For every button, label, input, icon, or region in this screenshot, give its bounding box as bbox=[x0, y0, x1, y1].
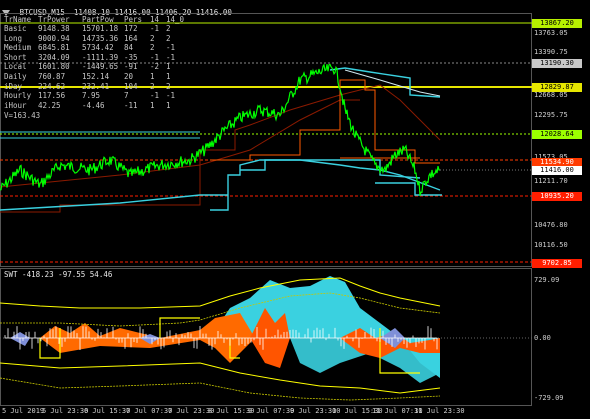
table-cell: 164 bbox=[124, 33, 138, 43]
upper-envelope bbox=[0, 277, 441, 309]
price-tag: 12028.64 bbox=[532, 130, 582, 139]
table-cell: 7.95 bbox=[82, 91, 101, 101]
time-axis-label: 7 Jul 07:30 bbox=[126, 407, 173, 415]
table-cell: Local bbox=[4, 62, 27, 72]
table-cell: 1 bbox=[150, 100, 155, 110]
table-header-cell: 14_0 bbox=[166, 15, 185, 24]
price-axis-label: 13763.05 bbox=[534, 29, 568, 37]
price-tag: 11416.00 bbox=[532, 166, 582, 175]
table-cell: -35 bbox=[124, 52, 138, 62]
price-axis-label: 11211.70 bbox=[534, 177, 568, 185]
time-axis-label: 9 Jul 07:30 bbox=[248, 407, 295, 415]
teal-channel bbox=[0, 131, 200, 139]
table-cell: Short bbox=[4, 52, 27, 62]
table-cell: 15701.18 bbox=[82, 24, 119, 33]
time-axis-label: 9 Jul 23:30 bbox=[290, 407, 337, 415]
price-axis-label: 12295.75 bbox=[534, 111, 568, 119]
table-header-cell: 14 bbox=[150, 15, 160, 24]
table-cell: iDay bbox=[4, 81, 23, 91]
table-cell: -1111.39 bbox=[82, 52, 119, 62]
table-cell: -2 bbox=[150, 62, 160, 72]
price-tag: 12829.87 bbox=[532, 83, 582, 92]
indicator-axis-label: -729.09 bbox=[534, 394, 564, 402]
lower-envelope bbox=[0, 362, 441, 394]
stats-table: TrName TrPower PartPow Pers 14 14_0 Basic 9148… bbox=[4, 15, 194, 120]
time-axis-label: 6 Jul 15:30 bbox=[84, 407, 131, 415]
table-cell: 3204.09 bbox=[38, 52, 70, 62]
price-axis-label: 10476.80 bbox=[534, 221, 568, 229]
table-header-cell: PartPow bbox=[82, 15, 114, 24]
table-cell: 2 bbox=[150, 81, 155, 91]
indicator-axis-label: 729.09 bbox=[534, 276, 560, 284]
table-cell: 2 bbox=[166, 33, 171, 43]
time-axis-label: 5 Jul 2019 bbox=[2, 407, 45, 415]
table-cell: 2 bbox=[166, 81, 171, 91]
table-cell: 232.41 bbox=[82, 81, 110, 91]
table-cell: 1 bbox=[166, 72, 171, 81]
table-cell: 104 bbox=[124, 81, 138, 91]
table-cell: Daily bbox=[4, 72, 27, 81]
table-cell: 5734.42 bbox=[82, 43, 114, 53]
price-tag: 10935.20 bbox=[532, 192, 582, 201]
table-cell: -1449.65 bbox=[82, 62, 119, 72]
table-cell: 152.14 bbox=[82, 72, 110, 81]
table-cell: 2 bbox=[166, 24, 171, 33]
price-tag: 13867.20 bbox=[532, 19, 582, 28]
table-cell: Long bbox=[4, 33, 23, 43]
time-axis-label: 5 Jul 23:30 bbox=[42, 407, 89, 415]
table-cell: 7 bbox=[124, 91, 129, 101]
orange-lines bbox=[210, 79, 440, 164]
table-header-cell: Pers bbox=[124, 15, 143, 24]
table-cell: -1 bbox=[150, 91, 160, 101]
table-cell: -1 bbox=[166, 91, 176, 101]
table-cell: -1 bbox=[166, 52, 176, 62]
table-cell: 1601.80 bbox=[38, 62, 70, 72]
table-header-cell: TrName bbox=[4, 15, 32, 24]
table-cell: 224.62 bbox=[38, 81, 66, 91]
table-cell: Medium bbox=[4, 43, 32, 53]
table-cell: 20 bbox=[124, 72, 134, 81]
table-cell: -11 bbox=[124, 100, 138, 110]
time-axis-label: 11 Jul 23:30 bbox=[414, 407, 465, 415]
table-cell: 1 bbox=[166, 62, 171, 72]
price-tag: 9702.85 bbox=[532, 259, 582, 268]
price-tag: 13190.30 bbox=[532, 59, 582, 68]
table-cell: -1 bbox=[166, 43, 176, 53]
table-cell: 1 bbox=[150, 72, 155, 81]
indicator-chart bbox=[0, 268, 532, 406]
stats-footer: V=163.43 bbox=[4, 111, 41, 120]
table-cell: 172 bbox=[124, 24, 138, 33]
table-cell: -91 bbox=[124, 62, 138, 72]
table-cell: 760.87 bbox=[38, 72, 66, 81]
table-cell: 9148.38 bbox=[38, 24, 70, 33]
table-cell: 42.25 bbox=[38, 100, 61, 110]
table-cell: -4.46 bbox=[82, 100, 105, 110]
table-cell: iHour bbox=[4, 100, 27, 110]
table-cell: 9000.94 bbox=[38, 33, 70, 43]
indicator-axis-label: 0.00 bbox=[534, 334, 551, 342]
table-cell: 117.56 bbox=[38, 91, 66, 101]
table-cell: 2 bbox=[150, 33, 155, 43]
table-header-cell: TrPower bbox=[38, 15, 70, 24]
price-axis-label: 10116.50 bbox=[534, 241, 568, 249]
table-cell: 6845.81 bbox=[38, 43, 70, 53]
table-cell: Hourly bbox=[4, 91, 32, 101]
indicator-panel[interactable]: SWT -418.23 -97.55 54.46 729.09 0.00 -729.… bbox=[0, 268, 590, 406]
table-cell: 2 bbox=[150, 43, 155, 53]
price-axis-label: 12668.05 bbox=[534, 91, 568, 99]
table-cell: 1 bbox=[166, 100, 171, 110]
table-cell: 14735.36 bbox=[82, 33, 119, 43]
table-cell: 84 bbox=[124, 43, 134, 53]
price-axis-label: 13390.75 bbox=[534, 48, 568, 56]
table-cell: Basic bbox=[4, 24, 27, 33]
table-cell: -1 bbox=[150, 24, 160, 33]
table-cell: -1 bbox=[150, 52, 160, 62]
